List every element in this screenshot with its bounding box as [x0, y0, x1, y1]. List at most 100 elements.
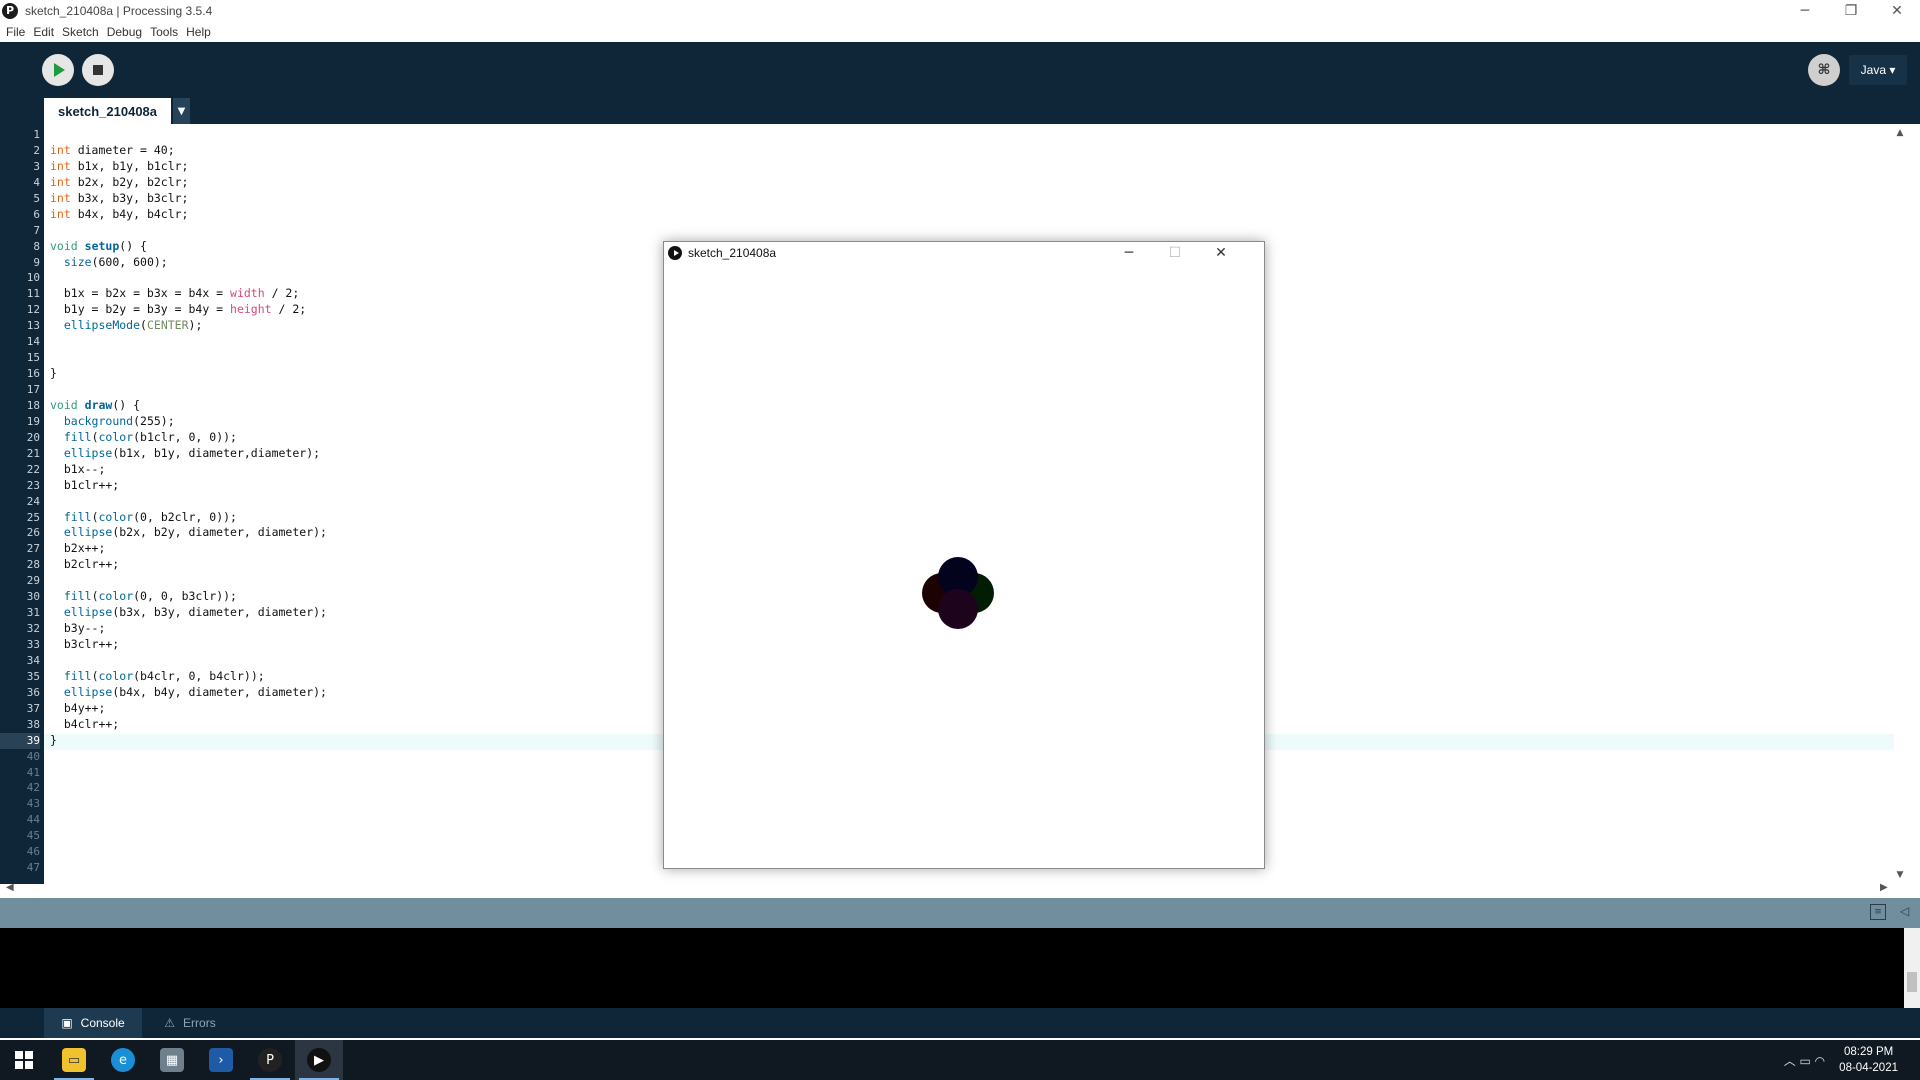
code-line[interactable]: size(600, 600); [50, 255, 327, 271]
console-scroll-thumb[interactable] [1907, 972, 1917, 992]
tab-sketch[interactable]: sketch_210408a [44, 98, 171, 124]
line-number: 10 [26, 271, 40, 285]
code-line[interactable]: ​ [50, 223, 327, 239]
taskbar-photos[interactable]: ▦ [148, 1040, 196, 1080]
sketch-window-title-bar: sketch_210408a ─ ☐ ✕ [664, 242, 1264, 264]
sketch-minimize-button[interactable]: ─ [1107, 242, 1151, 264]
code-token: (600, 600); [91, 254, 168, 269]
close-button[interactable]: ✕ [1874, 0, 1920, 22]
sketch-close-button[interactable]: ✕ [1199, 242, 1243, 264]
code-line[interactable]: } [50, 366, 327, 382]
line-number: 1 [33, 128, 40, 141]
sketch-maximize-button[interactable]: ☐ [1153, 242, 1197, 264]
code-token: void [50, 397, 78, 412]
code-line[interactable]: int b1x, b1y, b1clr; [50, 159, 327, 175]
code-line[interactable]: b3clr++; [50, 637, 327, 653]
code-line[interactable]: fill(color(b4clr, 0, b4clr)); [50, 669, 327, 685]
editor-horizontal-scrollbar[interactable]: ◀ ▶ [0, 882, 1900, 896]
code-line[interactable]: ellipse(b1x, b1y, diameter,diameter); [50, 446, 327, 462]
code-line[interactable]: b1x = b2x = b3x = b4x = width / 2; [50, 286, 327, 302]
start-button[interactable] [0, 1040, 48, 1080]
menu-file[interactable]: File [6, 25, 25, 39]
menu-edit[interactable]: Edit [33, 25, 54, 39]
clock[interactable]: 08:29 PM 08-04-2021 [1839, 1044, 1898, 1076]
code-text[interactable]: ​int diameter = 40;int b1x, b1y, b1clr;i… [50, 127, 327, 749]
sketch-play-icon: ▶ [307, 1048, 331, 1072]
console-clear-icon[interactable]: ≡ [1870, 904, 1886, 920]
code-line[interactable]: b2x++; [50, 541, 327, 557]
powershell-icon: › [209, 1048, 233, 1072]
stop-button[interactable] [82, 54, 114, 86]
taskbar-powershell[interactable]: › [197, 1040, 245, 1080]
code-line[interactable]: ellipse(b3x, b3y, diameter, diameter); [50, 605, 327, 621]
collapse-console-icon[interactable]: ◁ [1900, 904, 1909, 918]
code-line[interactable]: ​ [50, 653, 327, 669]
taskbar-processing[interactable]: P [246, 1040, 294, 1080]
code-line[interactable]: b2clr++; [50, 557, 327, 573]
line-number: 17 [26, 383, 40, 396]
message-area: ≡ ◁ [0, 898, 1920, 928]
console-output[interactable] [0, 928, 1904, 1008]
code-token: color [98, 668, 134, 683]
code-token: (b4x, b4y, diameter, diameter); [112, 684, 327, 699]
code-line[interactable]: b1y = b2y = b3y = b4y = height / 2; [50, 302, 327, 318]
menu-debug[interactable]: Debug [107, 25, 142, 39]
scroll-down-icon[interactable]: ▼ [1894, 870, 1906, 880]
code-line[interactable]: ​ [50, 127, 327, 143]
run-button[interactable] [42, 54, 74, 86]
taskbar-sketch[interactable]: ▶ [295, 1040, 343, 1080]
code-token: ellipseMode [63, 318, 141, 333]
code-line[interactable]: void draw() { [50, 398, 327, 414]
code-line[interactable]: b1x--; [50, 462, 327, 478]
menu-tools[interactable]: Tools [150, 25, 178, 39]
scroll-right-icon[interactable]: ▶ [1880, 882, 1888, 893]
sketch-canvas[interactable] [664, 266, 1264, 868]
tab-menu-button[interactable]: ▼ [173, 98, 190, 124]
code-line[interactable]: ​ [50, 494, 327, 510]
code-line[interactable]: ellipse(b2x, b2y, diameter, diameter); [50, 525, 327, 541]
tray-icons[interactable]: ︿ ▭ ◠ [1784, 1052, 1825, 1069]
menu-help[interactable]: Help [186, 25, 211, 39]
code-token: } [50, 732, 57, 747]
code-line[interactable]: int b2x, b2y, b2clr; [50, 175, 327, 191]
code-line[interactable]: ​ [50, 350, 327, 366]
console-scrollbar[interactable] [1904, 928, 1920, 1008]
code-line[interactable]: ​ [50, 382, 327, 398]
code-line[interactable]: ​ [50, 270, 327, 286]
code-line[interactable]: fill(color(b1clr, 0, 0)); [50, 430, 327, 446]
tab-errors[interactable]: ⚠ Errors [150, 1008, 230, 1038]
code-line[interactable]: int b4x, b4y, b4clr; [50, 207, 327, 223]
taskbar-edge[interactable]: e [99, 1040, 147, 1080]
system-tray: ︿ ▭ ◠ 08:29 PM 08-04-2021 [1784, 1040, 1920, 1080]
code-line[interactable]: b4y++; [50, 701, 327, 717]
restore-button[interactable]: ❐ [1828, 0, 1874, 22]
code-token: b3x, b3y, b3clr; [70, 190, 189, 205]
scroll-up-icon[interactable]: ▲ [1894, 128, 1906, 138]
debug-button[interactable]: ⌘ [1808, 54, 1840, 86]
scroll-left-icon[interactable]: ◀ [6, 882, 14, 893]
minimize-button[interactable]: ─ [1782, 0, 1828, 22]
editor-vertical-scrollbar[interactable]: ▲ ▼ [1894, 128, 1906, 880]
code-line[interactable]: ellipse(b4x, b4y, diameter, diameter); [50, 685, 327, 701]
code-line[interactable]: ​ [50, 334, 327, 350]
code-line[interactable]: int diameter = 40; [50, 143, 327, 159]
code-line[interactable]: ​ [50, 573, 327, 589]
taskbar-file-explorer[interactable]: ▭ [50, 1040, 98, 1080]
code-line[interactable]: } [50, 733, 327, 749]
code-line[interactable]: b1clr++; [50, 478, 327, 494]
mode-selector[interactable]: Java ▾ [1849, 55, 1907, 85]
code-line[interactable]: b4clr++; [50, 717, 327, 733]
line-number: 26 [26, 526, 40, 540]
code-line[interactable]: void setup() { [50, 239, 327, 255]
line-number: 21 [26, 446, 40, 460]
code-line[interactable]: b3y--; [50, 621, 327, 637]
code-line[interactable]: fill(color(0, 0, b3clr)); [50, 589, 327, 605]
code-token: color [98, 589, 134, 604]
code-line[interactable]: background(255); [50, 414, 327, 430]
code-token: (b2x, b2y, diameter, diameter); [112, 525, 327, 540]
tab-console[interactable]: ▣ Console [44, 1008, 142, 1038]
code-line[interactable]: int b3x, b3y, b3clr; [50, 191, 327, 207]
code-line[interactable]: ellipseMode(CENTER); [50, 318, 327, 334]
menu-sketch[interactable]: Sketch [62, 25, 99, 39]
code-line[interactable]: fill(color(0, b2clr, 0)); [50, 510, 327, 526]
